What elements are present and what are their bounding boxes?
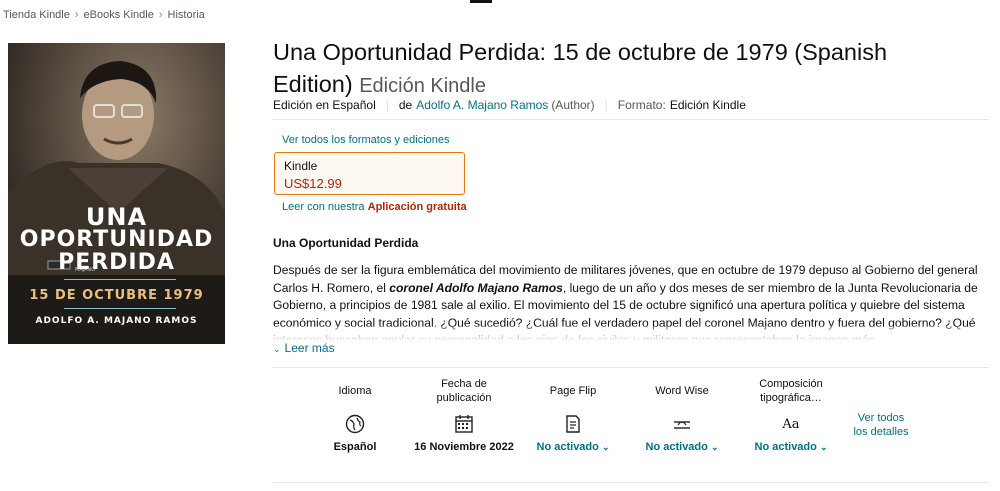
cover-title-line-2: OPORTUNIDAD <box>19 227 214 252</box>
breadcrumb-kindle-store[interactable]: Tienda Kindle <box>3 9 70 21</box>
chevron-down-icon: ⌄ <box>601 442 610 452</box>
kindle-format-option[interactable]: Kindle US$12.99 <box>274 152 465 195</box>
detail-label: Idioma <box>338 385 372 397</box>
cover-author: ADOLFO A. MAJANO RAMOS <box>35 316 198 326</box>
detail-value: Español <box>333 441 377 453</box>
format-label: Formato: <box>617 98 666 112</box>
chevron-down-icon: ⌄ <box>710 442 719 452</box>
description-fade <box>273 326 989 342</box>
see-all-details-link[interactable]: Ver todos los detalles <box>851 411 911 439</box>
breadcrumb-history[interactable]: Historia <box>168 9 205 21</box>
detail-value-dropdown[interactable]: No activado ⌄ <box>741 440 841 454</box>
word-wise-icon <box>632 413 732 435</box>
description-heading: Una Oportunidad Perdida <box>273 236 419 250</box>
top-edge-mark <box>470 0 492 3</box>
product-title: Una Oportunidad Perdida: 15 de octubre d… <box>273 36 973 102</box>
divider <box>273 367 989 368</box>
read-with-text: Leer con nuestra <box>282 201 365 213</box>
detail-label: Page Flip <box>549 385 597 397</box>
chevron-down-icon: ⌄ <box>819 442 828 452</box>
detail-value-dropdown[interactable]: No activado ⌄ <box>632 440 732 454</box>
read-more-label: Leer más <box>284 341 335 355</box>
divider <box>273 119 989 120</box>
detail-typesetting[interactable]: Composición tipográfica… Aa No activado … <box>741 376 841 454</box>
book-cover-image[interactable]: MAJANO UNA OPORTUNIDAD PERDIDA 15 DE OCT… <box>8 43 225 344</box>
format-value: Edición Kindle <box>669 98 746 112</box>
product-details-carousel: Idioma Español Fecha de publicación 16 N… <box>273 376 989 476</box>
detail-page-flip[interactable]: Page Flip No activado ⌄ <box>523 376 623 454</box>
detail-value-dropdown[interactable]: No activado ⌄ <box>523 440 623 454</box>
detail-word-wise[interactable]: Word Wise No activado ⌄ <box>632 376 732 454</box>
language-edition-label: Edición en Español <box>273 98 376 112</box>
read-with-app: Leer con nuestra Aplicación gratuita <box>282 201 467 213</box>
format-option-name: Kindle <box>284 159 318 173</box>
author-role: (Author) <box>551 98 595 112</box>
author-link[interactable]: Adolfo A. Majano Ramos <box>416 98 548 112</box>
cover-rule-top <box>64 279 176 280</box>
detail-label: Fecha de publicación <box>436 378 492 404</box>
calendar-icon <box>414 413 514 435</box>
globe-icon <box>305 413 405 435</box>
cover-date: 15 DE OCTUBRE 1979 <box>29 288 204 303</box>
read-more-link[interactable]: ⌄ Leer más <box>273 341 335 355</box>
format-option-price: US$12.99 <box>284 176 342 191</box>
detail-publication-date[interactable]: Fecha de publicación 16 Noviembre 2022 <box>414 376 514 454</box>
typesetting-icon: Aa <box>782 416 800 432</box>
detail-value: 16 Noviembre 2022 <box>414 441 514 453</box>
detail-label: Word Wise <box>655 385 709 397</box>
detail-value: No activado <box>645 441 708 453</box>
detail-label: Composición tipográfica… <box>759 378 823 404</box>
detail-value: No activado <box>754 441 817 453</box>
cover-rule-bottom <box>64 308 176 309</box>
divider <box>273 482 989 483</box>
description-emphasis: coronel Adolfo Majano Ramos <box>389 280 563 295</box>
breadcrumb-separator-icon: › <box>158 9 163 21</box>
page-flip-icon <box>523 413 623 435</box>
byline-divider: | <box>385 98 389 112</box>
chevron-down-icon: ⌄ <box>273 344 281 354</box>
detail-language[interactable]: Idioma Español <box>305 376 405 454</box>
breadcrumb-separator-icon: › <box>74 9 79 21</box>
see-all-formats-link[interactable]: Ver todos los formatos y ediciones <box>282 134 450 146</box>
edition-label: Edición Kindle <box>359 75 486 97</box>
byline-divider: | <box>604 98 608 112</box>
detail-value: No activado <box>536 441 599 453</box>
cover-title-line-3: PERDIDA <box>58 250 175 275</box>
by-label: de <box>398 98 413 112</box>
breadcrumb: Tienda Kindle › eBooks Kindle › Historia <box>3 9 205 21</box>
breadcrumb-kindle-ebooks[interactable]: eBooks Kindle <box>84 9 154 21</box>
free-app-link[interactable]: Aplicación gratuita <box>368 201 467 213</box>
byline: Edición en Español | de Adolfo A. Majano… <box>273 98 746 112</box>
